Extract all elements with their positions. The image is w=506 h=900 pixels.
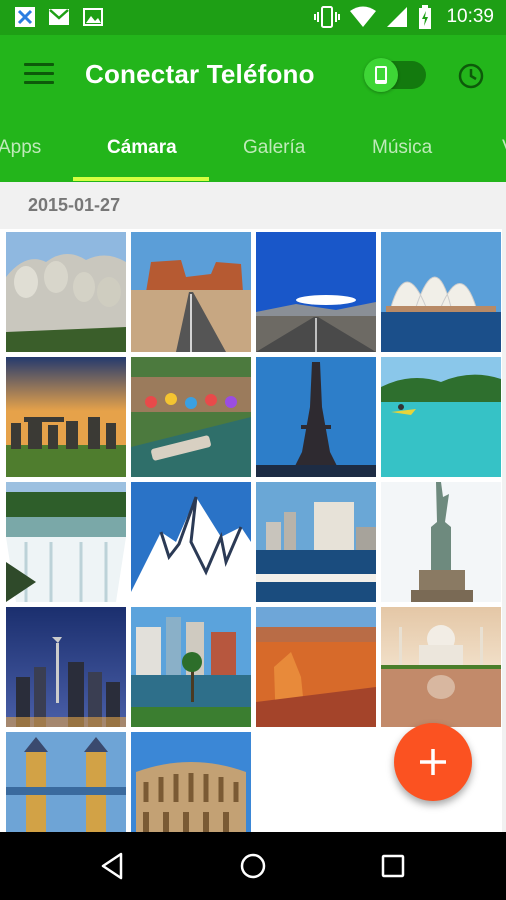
status-clock: 10:39: [446, 6, 494, 27]
back-button[interactable]: [95, 850, 131, 882]
status-bar: 10:39: [0, 0, 506, 35]
date-header: 2015-01-27: [28, 195, 121, 215]
tab-video[interactable]: V: [502, 137, 506, 159]
photo-thumbnail[interactable]: [381, 607, 501, 727]
home-button[interactable]: [235, 850, 271, 882]
image-notification-icon: [83, 8, 103, 26]
tab-indicator: [73, 177, 209, 181]
photo-thumbnail[interactable]: [6, 482, 126, 602]
home-icon: [240, 853, 266, 879]
system-nav-bar: [0, 832, 506, 900]
back-icon: [101, 852, 123, 880]
phone-icon: [375, 66, 387, 84]
photo-thumbnail[interactable]: [131, 357, 251, 477]
photo-thumbnail[interactable]: [131, 607, 251, 727]
add-button[interactable]: [394, 723, 472, 801]
tab-musica[interactable]: Música: [372, 137, 432, 159]
photo-thumbnail[interactable]: [256, 357, 376, 477]
menu-icon: [24, 63, 54, 66]
photo-thumbnail[interactable]: [381, 482, 501, 602]
connection-toggle[interactable]: [364, 58, 426, 92]
photo-thumbnail[interactable]: [131, 232, 251, 352]
photo-thumbnail[interactable]: [6, 732, 126, 832]
history-button[interactable]: [457, 62, 485, 90]
tab-bar: Apps Cámara Galería Música V: [0, 115, 506, 182]
cellular-icon: [387, 7, 408, 27]
photo-thumbnail[interactable]: [256, 607, 376, 727]
photo-thumbnail[interactable]: [256, 482, 376, 602]
photo-thumbnail[interactable]: [131, 482, 251, 602]
battery-icon: [419, 5, 432, 29]
app-bar: Conectar Teléfono: [0, 35, 506, 115]
photo-thumbnail[interactable]: [6, 232, 126, 352]
photo-thumbnail[interactable]: [381, 357, 501, 477]
photo-thumbnail[interactable]: [256, 232, 376, 352]
tab-galeria[interactable]: Galería: [243, 137, 305, 159]
wifi-icon: [350, 6, 377, 27]
toggle-knob: [364, 58, 398, 92]
app-x-icon: [15, 7, 35, 27]
app-title: Conectar Teléfono: [85, 59, 315, 89]
plus-icon: [420, 749, 446, 775]
gmail-icon: [49, 9, 69, 25]
menu-button[interactable]: [24, 63, 54, 87]
tab-apps[interactable]: Apps: [0, 137, 41, 159]
photo-thumbnail[interactable]: [381, 232, 501, 352]
tab-camara[interactable]: Cámara: [107, 137, 177, 159]
vibrate-icon: [314, 6, 341, 28]
recents-icon: [381, 854, 405, 878]
recents-button[interactable]: [375, 850, 411, 882]
photo-thumbnail[interactable]: [6, 357, 126, 477]
photo-thumbnail[interactable]: [6, 607, 126, 727]
clock-icon: [458, 63, 484, 89]
photo-thumbnail[interactable]: [131, 732, 251, 832]
